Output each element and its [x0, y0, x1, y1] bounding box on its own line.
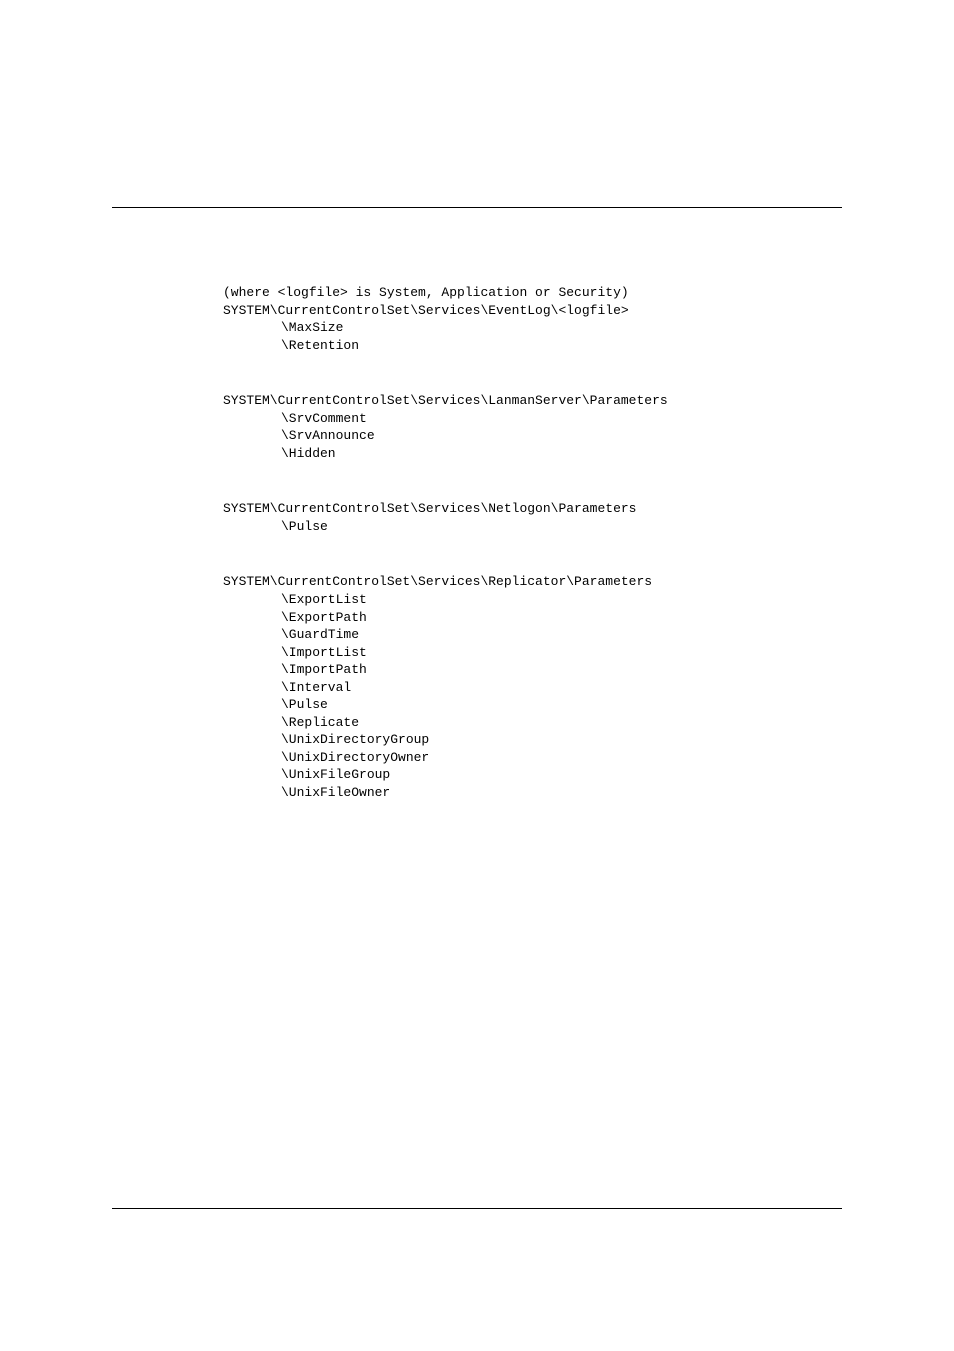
registry-value: \MaxSize: [223, 319, 842, 337]
registry-value: \Replicate: [223, 714, 842, 732]
registry-value: \ExportPath: [223, 609, 842, 627]
registry-value: \Pulse: [223, 696, 842, 714]
registry-value: \ExportList: [223, 591, 842, 609]
registry-value: \SrvComment: [223, 410, 842, 428]
registry-value: \UnixFileOwner: [223, 784, 842, 802]
registry-block: (where <logfile> is System, Application …: [223, 284, 842, 354]
block-header-line: SYSTEM\CurrentControlSet\Services\EventL…: [223, 302, 842, 320]
block-header-line: (where <logfile> is System, Application …: [223, 284, 842, 302]
registry-value: \ImportList: [223, 644, 842, 662]
block-header-line: SYSTEM\CurrentControlSet\Services\Lanman…: [223, 392, 842, 410]
block-header-line: SYSTEM\CurrentControlSet\Services\Netlog…: [223, 500, 842, 518]
block-header-line: SYSTEM\CurrentControlSet\Services\Replic…: [223, 573, 842, 591]
registry-value: \Pulse: [223, 518, 842, 536]
top-horizontal-rule: [112, 207, 842, 208]
registry-value: \Hidden: [223, 445, 842, 463]
registry-value: \UnixDirectoryGroup: [223, 731, 842, 749]
registry-value: \ImportPath: [223, 661, 842, 679]
registry-value: \Retention: [223, 337, 842, 355]
registry-block: SYSTEM\CurrentControlSet\Services\Replic…: [223, 573, 842, 801]
registry-value: \UnixDirectoryOwner: [223, 749, 842, 767]
registry-value: \SrvAnnounce: [223, 427, 842, 445]
page: (where <logfile> is System, Application …: [0, 0, 954, 1351]
registry-value: \UnixFileGroup: [223, 766, 842, 784]
registry-block: SYSTEM\CurrentControlSet\Services\Lanman…: [223, 392, 842, 462]
registry-block: SYSTEM\CurrentControlSet\Services\Netlog…: [223, 500, 842, 535]
content-area: (where <logfile> is System, Application …: [223, 284, 842, 802]
registry-value: \Interval: [223, 679, 842, 697]
bottom-horizontal-rule: [112, 1208, 842, 1209]
registry-value: \GuardTime: [223, 626, 842, 644]
